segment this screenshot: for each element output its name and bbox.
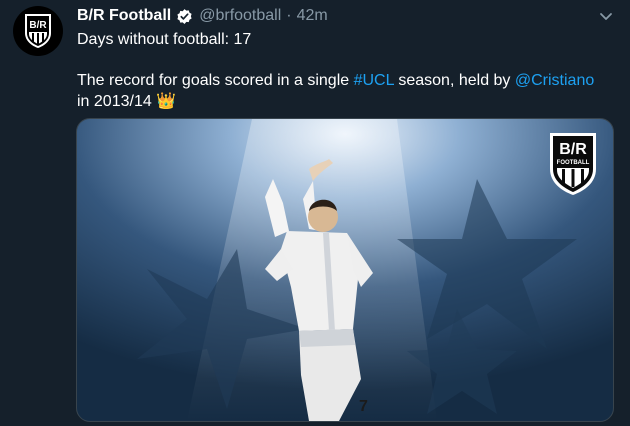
mention-link[interactable]: @Cristiano bbox=[515, 72, 594, 89]
text-segment: in 2013/14 bbox=[77, 93, 152, 110]
text-segment: The record for goals scored in a single bbox=[77, 72, 354, 89]
tweet-card[interactable]: B/R B/R Football @brfootball · 42m Days … bbox=[0, 0, 630, 426]
crown-emoji: 👑 bbox=[156, 93, 177, 110]
svg-text:7: 7 bbox=[359, 398, 368, 415]
image-logo-text: B/R bbox=[559, 141, 587, 158]
tweet-line-3: in 2013/14 👑 bbox=[77, 91, 617, 112]
chevron-down-icon[interactable] bbox=[596, 6, 616, 26]
player-illustration: 7 B/R FOOTBALL bbox=[77, 119, 613, 421]
verified-badge-icon bbox=[176, 8, 193, 25]
display-name[interactable]: B/R Football bbox=[77, 7, 171, 25]
tweet-line-2: The record for goals scored in a single … bbox=[77, 70, 617, 91]
tweet-image[interactable]: 7 B/R FOOTBALL bbox=[76, 118, 614, 422]
timestamp[interactable]: 42m bbox=[297, 7, 328, 25]
hashtag-link[interactable]: #UCL bbox=[354, 72, 394, 89]
tweet-text: Days without football: 17 The record for… bbox=[77, 29, 617, 112]
avatar-logo-text: B/R bbox=[29, 20, 47, 31]
br-shield-logo-icon: B/R bbox=[25, 14, 51, 48]
tweet-header: B/R Football @brfootball · 42m bbox=[77, 5, 590, 27]
handle[interactable]: @brfootball bbox=[199, 7, 281, 25]
image-logo-subtext: FOOTBALL bbox=[557, 160, 590, 166]
avatar[interactable]: B/R bbox=[13, 6, 63, 56]
text-segment: season, held by bbox=[393, 72, 515, 89]
tweet-line-1: Days without football: 17 bbox=[77, 31, 252, 48]
separator-dot: · bbox=[286, 7, 292, 24]
